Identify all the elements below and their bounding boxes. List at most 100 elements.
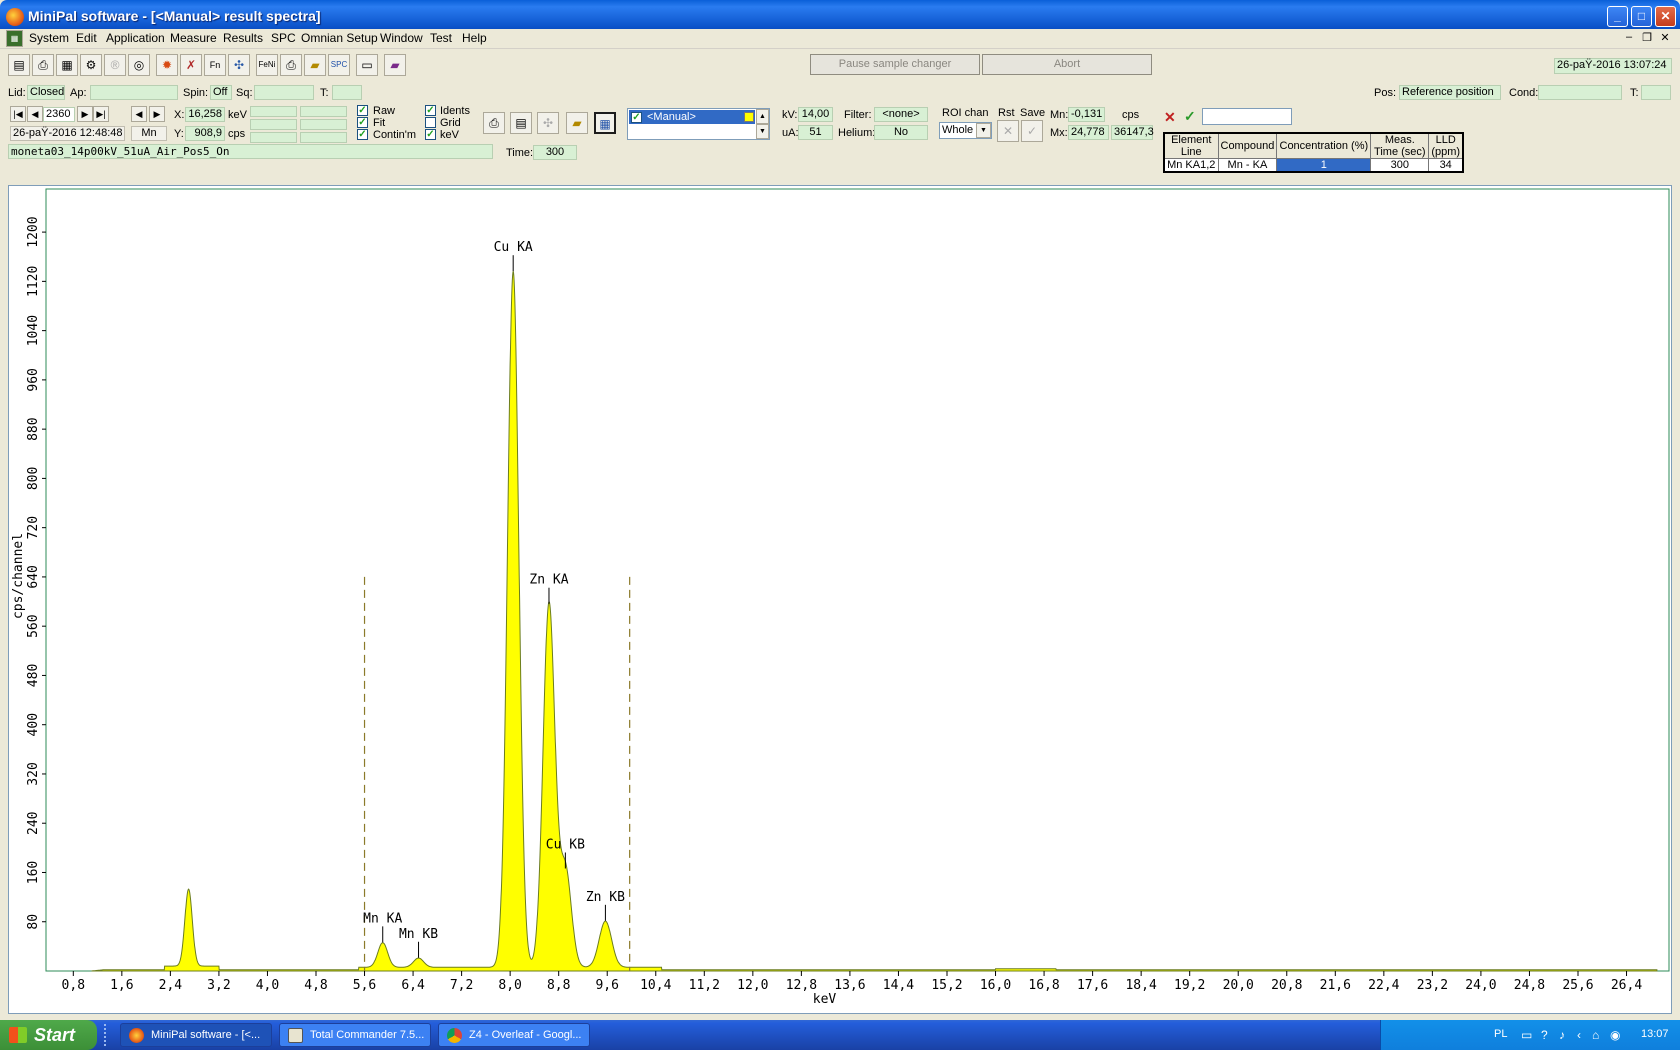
- registered-icon[interactable]: ®: [104, 54, 126, 76]
- cursor-right-icon[interactable]: ▶: [149, 106, 165, 122]
- keyboard-icon[interactable]: ▭: [1521, 1028, 1532, 1042]
- last-spectrum-icon[interactable]: ▶|: [93, 106, 109, 122]
- list-scroll-up-icon[interactable]: ▲: [756, 109, 769, 124]
- table-cell[interactable]: Mn KA1,2: [1163, 158, 1219, 173]
- x-tick-label: 20,8: [1271, 978, 1302, 993]
- pause-sample-changer-button[interactable]: Pause sample changer: [810, 54, 980, 75]
- spc-icon[interactable]: SPC: [328, 54, 350, 76]
- prev-spectrum-icon[interactable]: ◀: [27, 106, 43, 122]
- mdi-minimize-icon[interactable]: –: [1622, 31, 1636, 45]
- measure-icon[interactable]: ✹: [156, 54, 178, 76]
- table-cell[interactable]: 34: [1428, 158, 1464, 173]
- menu-help[interactable]: Help: [462, 31, 487, 45]
- language-indicator[interactable]: PL: [1494, 1028, 1507, 1040]
- accept-icon[interactable]: ✓: [1184, 108, 1196, 125]
- printer-icon[interactable]: ⎙: [280, 54, 302, 76]
- condition-checkbox[interactable]: ✓: [631, 112, 642, 123]
- column-header: Compound: [1217, 132, 1278, 159]
- maximize-button[interactable]: □: [1631, 6, 1652, 27]
- next-spectrum-icon[interactable]: ▶: [77, 106, 93, 122]
- menu-window[interactable]: Window: [380, 31, 423, 45]
- open-folder-icon[interactable]: ▰: [566, 112, 588, 134]
- result-edit-input[interactable]: [1202, 108, 1292, 125]
- table-row[interactable]: Mn KA1,2 Mn - KA 1 300 34: [1163, 158, 1464, 173]
- help-icon[interactable]: ?: [1541, 1028, 1548, 1042]
- pos-value: Reference position: [1399, 85, 1501, 100]
- blank-icon[interactable]: ▭: [356, 54, 378, 76]
- network-icon[interactable]: ⌂: [1592, 1028, 1599, 1042]
- spectrum-plot-panel[interactable]: Cu KA Zn KA Cu KB Zn KB Mn KA Mn KB 0,8 1,6 2,4 3…: [8, 185, 1672, 1014]
- fit-checkbox[interactable]: ✓: [357, 117, 368, 128]
- contin-label: Contin'm: [373, 129, 417, 141]
- task-chrome[interactable]: Z4 - Overleaf - Googl...: [438, 1023, 590, 1047]
- taskbar-grip[interactable]: [104, 1024, 110, 1046]
- mn-label: Mn:: [1050, 109, 1069, 121]
- print-setup-icon[interactable]: ⎙: [32, 54, 54, 76]
- save-check-icon[interactable]: ✓: [1021, 120, 1043, 142]
- raw-label: Raw: [373, 105, 396, 117]
- close-button[interactable]: ✕: [1655, 6, 1676, 27]
- menu-bar: ▦ System Edit Application Measure Result…: [0, 29, 1680, 49]
- cancel-icon[interactable]: ✕: [1164, 109, 1176, 126]
- fe-ni-icon[interactable]: FeNi: [256, 54, 278, 76]
- speaker-icon[interactable]: ♪: [1559, 1028, 1565, 1042]
- menu-measure[interactable]: Measure: [170, 31, 217, 45]
- minimize-button[interactable]: _: [1607, 6, 1628, 27]
- tray-arrow-icon[interactable]: ‹: [1577, 1028, 1581, 1042]
- open-icon[interactable]: ▤: [8, 54, 30, 76]
- fn-icon[interactable]: Fn: [204, 54, 226, 76]
- x-tick-label: 12,0: [737, 978, 768, 993]
- print-spectrum-icon[interactable]: ⎙: [483, 112, 505, 134]
- contin-checkbox[interactable]: ✓: [357, 129, 368, 140]
- calculator-icon[interactable]: ▦: [56, 54, 78, 76]
- y-tick-label: 640: [26, 565, 41, 588]
- table-cell[interactable]: Mn - KA: [1217, 158, 1278, 173]
- roi-chan-select[interactable]: Whole ▼: [939, 122, 992, 139]
- channel-input[interactable]: 2360: [43, 107, 75, 122]
- menu-edit[interactable]: Edit: [76, 31, 97, 45]
- table-cell[interactable]: 300: [1370, 158, 1430, 173]
- t-value: [332, 85, 362, 100]
- book-icon[interactable]: ▰: [384, 54, 406, 76]
- y-label: Y:: [174, 128, 184, 140]
- menu-results[interactable]: Results: [223, 31, 263, 45]
- sample-changer-icon[interactable]: ⚙: [80, 54, 102, 76]
- first-spectrum-icon[interactable]: |◀: [10, 106, 26, 122]
- menu-test[interactable]: Test: [430, 31, 452, 45]
- menu-spc[interactable]: SPC: [271, 31, 296, 45]
- spin-value: Off: [210, 85, 232, 100]
- chevron-down-icon[interactable]: ▼: [976, 123, 991, 138]
- chart-icon[interactable]: ▦: [594, 112, 616, 134]
- kev-checkbox[interactable]: ✓: [425, 129, 436, 140]
- folder-icon[interactable]: ▰: [304, 54, 326, 76]
- reset-icon[interactable]: ✕: [997, 120, 1019, 142]
- mdi-child-icon[interactable]: ▦: [6, 30, 23, 47]
- menu-system[interactable]: System: [29, 31, 69, 45]
- current-datetime: 26-paŸ-2016 13:07:24: [1554, 58, 1672, 74]
- idents-checkbox[interactable]: ✓: [425, 105, 436, 116]
- table-cell[interactable]: 1: [1276, 158, 1372, 173]
- menu-omnian-setup[interactable]: Omnian Setup: [301, 31, 378, 45]
- cursor-left-icon[interactable]: ◀: [131, 106, 147, 122]
- task-minipal[interactable]: MiniPal software - [<...: [120, 1023, 272, 1047]
- menu-application[interactable]: Application: [106, 31, 165, 45]
- condition-list[interactable]: ✓ <Manual> ▲ ▼: [627, 108, 770, 140]
- spectrum-chart[interactable]: Cu KA Zn KA Cu KB Zn KB Mn KAMn KB 0,8 1,6 2,4 3…: [9, 186, 1671, 1013]
- calibrate-icon[interactable]: ✗: [180, 54, 202, 76]
- filter-value: <none>: [874, 107, 928, 122]
- mdi-close-icon[interactable]: ✕: [1658, 31, 1672, 45]
- roi-chan-label: ROI chan: [942, 107, 989, 119]
- abort-button[interactable]: Abort: [982, 54, 1152, 75]
- mdi-restore-icon[interactable]: ❐: [1640, 31, 1654, 45]
- start-button[interactable]: Start: [0, 1020, 97, 1050]
- tools-icon[interactable]: ✣: [228, 54, 250, 76]
- task-total-commander[interactable]: Total Commander 7.5...: [279, 1023, 431, 1047]
- target-icon[interactable]: ◎: [128, 54, 150, 76]
- settings-disabled-icon[interactable]: ✣: [537, 112, 559, 134]
- grid-checkbox[interactable]: [425, 117, 436, 128]
- raw-checkbox[interactable]: ✓: [357, 105, 368, 116]
- antivirus-icon[interactable]: ◉: [1610, 1028, 1620, 1042]
- helium-label: Helium:: [838, 127, 876, 139]
- list-scroll-down-icon[interactable]: ▼: [756, 124, 769, 139]
- print-preview-icon[interactable]: ▤: [510, 112, 532, 134]
